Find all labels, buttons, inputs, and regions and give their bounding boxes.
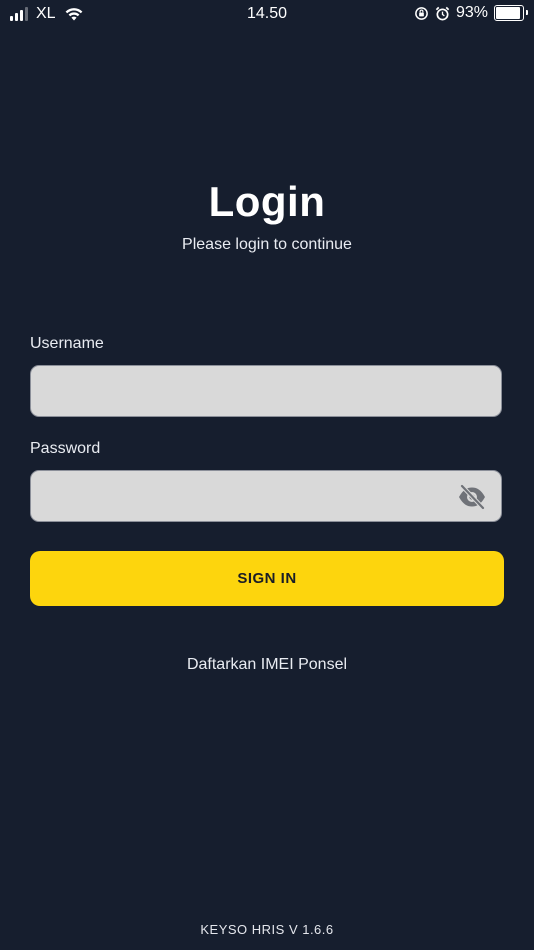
username-field[interactable]	[31, 366, 501, 416]
alarm-icon	[435, 6, 450, 20]
app-version: KEYSO HRIS V 1.6.6	[200, 922, 334, 937]
password-field[interactable]	[31, 471, 501, 521]
password-label: Password	[30, 440, 101, 457]
status-right: 93%	[414, 4, 528, 22]
username-label: Username	[30, 335, 104, 352]
eye-off-icon[interactable]	[457, 484, 487, 510]
status-bar: XL 14.50 93%	[0, 0, 534, 30]
battery-percentage: 93%	[455, 4, 488, 21]
orientation-lock-icon	[415, 6, 428, 20]
page-subtitle: Please login to continue	[182, 236, 352, 253]
register-imei-link[interactable]: Daftarkan IMEI Ponsel	[0, 656, 534, 674]
battery-icon	[494, 5, 528, 21]
username-field-container	[30, 365, 502, 417]
password-field-container	[30, 470, 502, 522]
sign-in-button[interactable]: SIGN IN	[30, 551, 504, 606]
page-title: Login	[208, 178, 326, 225]
